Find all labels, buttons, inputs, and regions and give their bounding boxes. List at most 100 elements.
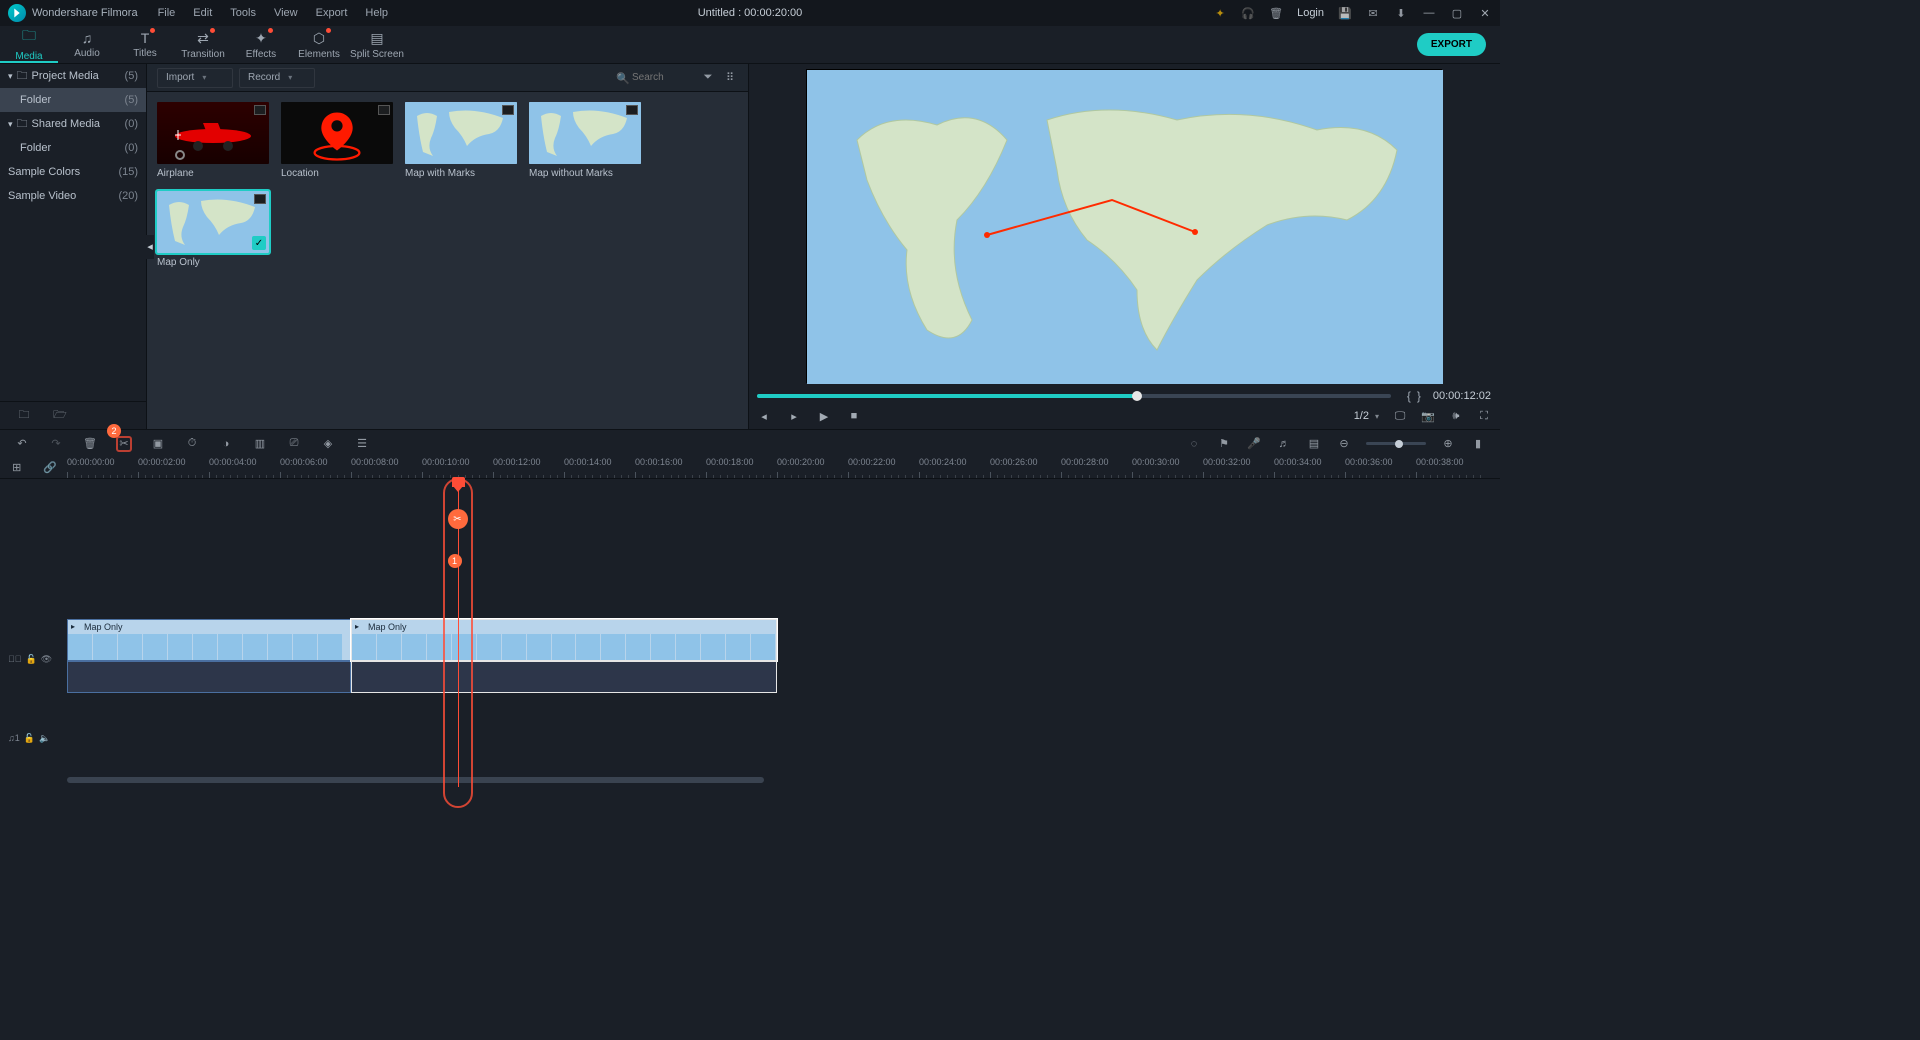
tab-media[interactable]: 🗀Media [0, 26, 58, 63]
speed-icon[interactable]: ⏱ [184, 436, 200, 452]
preview-viewport[interactable] [806, 69, 1442, 383]
chevron-down-icon[interactable]: ▾ [8, 119, 13, 130]
minimize-button[interactable]: — [1422, 6, 1436, 20]
collapse-handle[interactable]: ◂ [146, 235, 154, 259]
media-item-map-only[interactable]: ✓Map Only [157, 191, 269, 268]
download-icon[interactable]: ⬇ [1394, 6, 1408, 20]
tips-icon[interactable]: ✦ [1213, 6, 1227, 20]
tree-item-sample-colors[interactable]: Sample Colors(15) [0, 160, 146, 184]
tree-item-folder[interactable]: Folder(0) [0, 136, 146, 160]
fullscreen-icon[interactable]: ⛶ [1477, 409, 1491, 423]
timeline-clip[interactable]: ▸Map Only [351, 619, 777, 661]
lock-icon[interactable]: 🔓 [24, 733, 35, 744]
menu-file[interactable]: File [158, 7, 176, 19]
delete-icon[interactable]: 🗑 [82, 436, 98, 452]
green-screen-icon[interactable]: ▥ [252, 436, 268, 452]
prev-frame-icon[interactable]: ◂ [757, 409, 771, 423]
snapshot-icon[interactable]: 📷 [1421, 409, 1435, 423]
chevron-down-icon[interactable]: ▾ [8, 71, 13, 82]
zoom-fit-icon[interactable]: ▮ [1470, 436, 1486, 452]
render-icon[interactable]: ⎚ [286, 436, 302, 452]
mute-icon[interactable]: 🔈 [39, 733, 50, 744]
record-dropdown[interactable]: Record▾ [239, 68, 315, 88]
tree-item-folder[interactable]: Folder(5) [0, 88, 146, 112]
scrollbar-thumb[interactable] [67, 777, 764, 783]
zoom-out-icon[interactable]: ⊖ [1336, 436, 1352, 452]
maximize-button[interactable]: ▢ [1450, 6, 1464, 20]
message-icon[interactable]: ✉ [1366, 6, 1380, 20]
timeline-ruler[interactable]: 00:00:00:0000:00:02:0000:00:04:0000:00:0… [67, 457, 1500, 478]
volume-icon[interactable]: 🕪 [1449, 409, 1463, 423]
marker-icon[interactable]: ⚑ [1216, 436, 1232, 452]
play-icon[interactable]: ▶ [817, 409, 831, 423]
tab-audio[interactable]: ♫Audio [58, 26, 116, 63]
login-button[interactable]: Login [1297, 7, 1324, 19]
menu-help[interactable]: Help [365, 7, 388, 19]
zoom-in-icon[interactable]: ⊕ [1440, 436, 1456, 452]
keyframe-icon[interactable]: ◈ [320, 436, 336, 452]
mix-icon[interactable]: ◌ [1186, 436, 1202, 452]
audio-track-body[interactable] [67, 723, 1500, 753]
folder-icon[interactable]: 🗁 [52, 408, 68, 424]
preview-progress[interactable] [757, 394, 1391, 398]
color-icon[interactable]: ◑ [218, 436, 234, 452]
video-track-body[interactable]: ▸Map Only▸Map Only [67, 619, 1500, 699]
media-thumb[interactable] [157, 102, 269, 164]
export-button[interactable]: EXPORT [1417, 33, 1486, 56]
crop-icon[interactable]: ▣ [150, 436, 166, 452]
next-frame-icon[interactable]: ▸ [787, 409, 801, 423]
zoom-slider[interactable] [1366, 442, 1426, 445]
import-dropdown[interactable]: Import▾ [157, 68, 233, 88]
video-track-toggle-icon[interactable]: ▸⃣ [8, 654, 22, 664]
timeline-clip[interactable]: ▸Map Only [67, 619, 351, 661]
menu-export[interactable]: Export [316, 7, 348, 19]
track-manage-icon[interactable]: ▤ [1306, 436, 1322, 452]
redo-icon[interactable]: ↷ [48, 436, 64, 452]
gift-icon[interactable]: 🗑 [1269, 6, 1283, 20]
tab-split-screen[interactable]: ▤Split Screen [348, 26, 406, 63]
filter-icon[interactable]: ⏷ [700, 70, 716, 86]
menu-view[interactable]: View [274, 7, 298, 19]
menu-edit[interactable]: Edit [193, 7, 212, 19]
audio-mixer-icon[interactable]: ♬ [1276, 436, 1292, 452]
lock-icon[interactable]: 🔓 [26, 654, 37, 665]
media-item-map-with-marks[interactable]: Map with Marks [405, 102, 517, 179]
media-thumb[interactable] [529, 102, 641, 164]
audio-track-head[interactable]: ♫1 🔓 🔈 [0, 723, 67, 753]
tab-effects[interactable]: ✦Effects [232, 26, 290, 63]
close-button[interactable]: ✕ [1478, 6, 1492, 20]
timeline-clip-audio[interactable] [351, 661, 777, 693]
tab-elements[interactable]: ⬡Elements [290, 26, 348, 63]
undo-icon[interactable]: ↶ [14, 436, 30, 452]
voiceover-icon[interactable]: 🎤 [1246, 436, 1262, 452]
tree-item-sample-video[interactable]: Sample Video(20) [0, 184, 146, 208]
mark-out-icon[interactable]: } [1417, 389, 1421, 403]
media-thumb[interactable]: ✓ [157, 191, 269, 253]
playhead-handle-icon[interactable] [452, 477, 465, 487]
media-item-map-without-marks[interactable]: Map without Marks [529, 102, 641, 179]
display-icon[interactable]: 🖵 [1393, 409, 1407, 423]
properties-icon[interactable]: ☰ [354, 436, 370, 452]
timeline-clip-audio[interactable] [67, 661, 351, 693]
save-icon[interactable]: 💾 [1338, 6, 1352, 20]
progress-knob[interactable] [1132, 391, 1142, 401]
view-grid-icon[interactable]: ⠿ [722, 70, 738, 86]
video-track-head[interactable]: ▸⃣ 🔓 👁 [0, 619, 67, 699]
menu-tools[interactable]: Tools [230, 7, 256, 19]
split-button[interactable]: ✂ [116, 436, 132, 452]
timeline-scrollbar[interactable] [67, 776, 1490, 784]
link-icon[interactable]: 🔗 [42, 460, 58, 476]
playhead[interactable]: ✂ 1 [458, 479, 459, 787]
media-item-location[interactable]: Location [281, 102, 393, 179]
zoom-knob[interactable] [1395, 440, 1403, 448]
stop-icon[interactable]: ■ [847, 409, 861, 423]
media-item-airplane[interactable]: Airplane [157, 102, 269, 179]
eye-icon[interactable]: 👁 [41, 654, 52, 665]
new-folder-icon[interactable]: 🗀 [16, 408, 32, 424]
media-thumb[interactable] [281, 102, 393, 164]
support-icon[interactable]: 🎧 [1241, 6, 1255, 20]
tab-titles[interactable]: TTitles [116, 26, 174, 63]
mark-in-icon[interactable]: { [1407, 389, 1411, 403]
tab-transition[interactable]: ⇄Transition [174, 26, 232, 63]
goto-playhead-icon[interactable]: ⊞ [9, 460, 25, 476]
